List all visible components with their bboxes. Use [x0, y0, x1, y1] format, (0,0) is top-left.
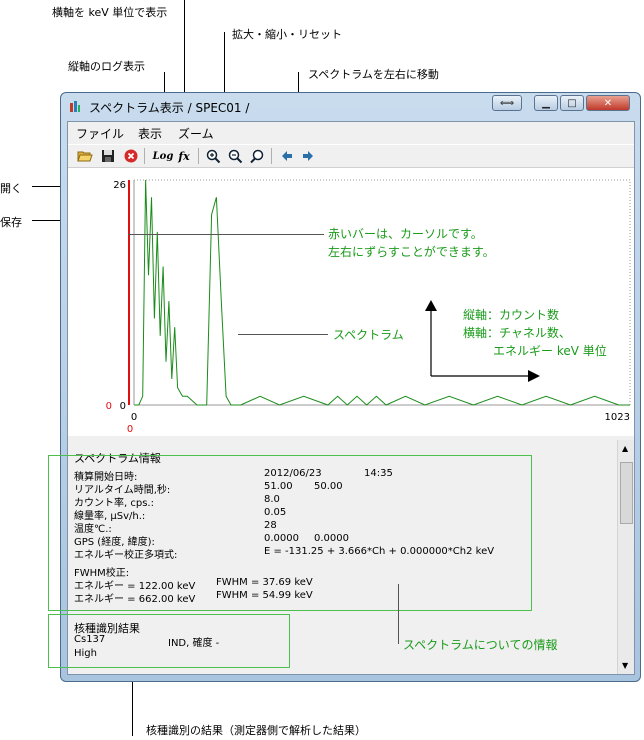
- title-bar[interactable]: スペクトラム表示 / SPEC01 / ⟺ ▁ □ ✕: [61, 93, 640, 119]
- resize-arrows-icon: ⟺: [499, 97, 515, 109]
- kev-axis-button[interactable]: fx: [176, 148, 192, 164]
- info-note: スペクトラムについての情報: [403, 638, 558, 652]
- maximize-button[interactable]: □: [560, 95, 584, 111]
- app-icon: [70, 101, 80, 112]
- spectrum-note-leader: [238, 334, 328, 335]
- info-note-leader: [398, 584, 399, 644]
- move-left-button[interactable]: [279, 148, 295, 164]
- scroll-thumb[interactable]: [620, 462, 633, 524]
- callout-save: 保存: [0, 216, 22, 229]
- log-icon: Log: [152, 150, 174, 162]
- right-arrowhead-icon: [528, 370, 540, 382]
- zoom-out-icon: [228, 149, 242, 163]
- spectrum-note: スペクトラム: [333, 328, 404, 342]
- info-highlight-box: [48, 455, 532, 611]
- maximize-icon: □: [567, 97, 577, 109]
- open-button[interactable]: [77, 148, 93, 164]
- menu-file[interactable]: ファイル: [76, 125, 124, 142]
- close-file-button[interactable]: [123, 148, 139, 164]
- floppy-disk-icon: [102, 150, 114, 162]
- y-tick-zero: 0: [120, 401, 126, 412]
- cursor-x-label: 0: [127, 424, 133, 435]
- callout-log: 縦軸のログ表示: [68, 60, 145, 73]
- zoom-out-button[interactable]: [227, 148, 243, 164]
- arrow-left-icon: [282, 151, 292, 161]
- menu-zoom[interactable]: ズーム: [178, 125, 214, 142]
- cursor-value-label: 0: [106, 401, 112, 412]
- x-tick-min: 0: [131, 412, 137, 423]
- log-scale-button[interactable]: Log: [152, 148, 174, 164]
- scroll-up-arrow-icon[interactable]: ▲: [622, 444, 628, 453]
- scroll-down-arrow-icon[interactable]: ▼: [622, 661, 628, 670]
- cursor-note-2: 左右にずらすことができます。: [328, 245, 495, 259]
- up-arrowhead-icon: [425, 300, 437, 311]
- menu-bar: ファイル 表示 ズーム: [68, 122, 634, 142]
- callout-zoom: 拡大・縮小・リセット: [232, 28, 342, 41]
- cursor-note-1: 赤いバーは、カーソルです。: [328, 227, 483, 241]
- spectrum-series-line: [134, 179, 630, 406]
- toolbar-separator: [144, 148, 145, 164]
- save-button[interactable]: [100, 148, 116, 164]
- fx-icon: fx: [178, 149, 190, 163]
- close-icon: ✕: [603, 97, 613, 109]
- arrow-right-icon: [303, 151, 313, 161]
- callout-open: 開く: [0, 182, 22, 195]
- menu-view[interactable]: 表示: [138, 125, 162, 142]
- magnifier-icon: [249, 149, 263, 163]
- callout-nuclide-result: 核種識別の結果（測定器側で解析した結果）: [146, 724, 366, 737]
- zoom-in-icon: [206, 149, 220, 163]
- minimize-button[interactable]: ▁: [534, 95, 558, 111]
- restore-button[interactable]: ⟺: [492, 95, 522, 111]
- minimize-icon: ▁: [542, 97, 550, 109]
- folder-open-icon: [77, 151, 93, 162]
- callout-move: スペクトラムを左右に移動: [308, 68, 439, 81]
- red-x-circle-icon: [124, 149, 138, 163]
- toolbar: Log fx: [68, 144, 634, 168]
- axis-arrows: [425, 300, 540, 382]
- close-button[interactable]: ✕: [586, 95, 630, 111]
- window-title: スペクトラム表示 / SPEC01 /: [89, 101, 250, 115]
- callout-kev-axis: 横軸を keV 単位で表示: [52, 6, 168, 19]
- x-tick-max: 1023: [605, 412, 630, 423]
- zoom-reset-button[interactable]: [249, 148, 265, 164]
- toolbar-separator: [271, 148, 272, 164]
- nuclide-highlight-box: [48, 614, 290, 668]
- toolbar-separator: [198, 148, 199, 164]
- move-right-button[interactable]: [300, 148, 316, 164]
- y-tick-max: 26: [113, 180, 126, 191]
- info-scrollbar[interactable]: ▲ ▼: [617, 440, 634, 674]
- cursor-note-leader: [128, 234, 324, 235]
- zoom-in-button[interactable]: [205, 148, 221, 164]
- plot-frame: [133, 179, 631, 406]
